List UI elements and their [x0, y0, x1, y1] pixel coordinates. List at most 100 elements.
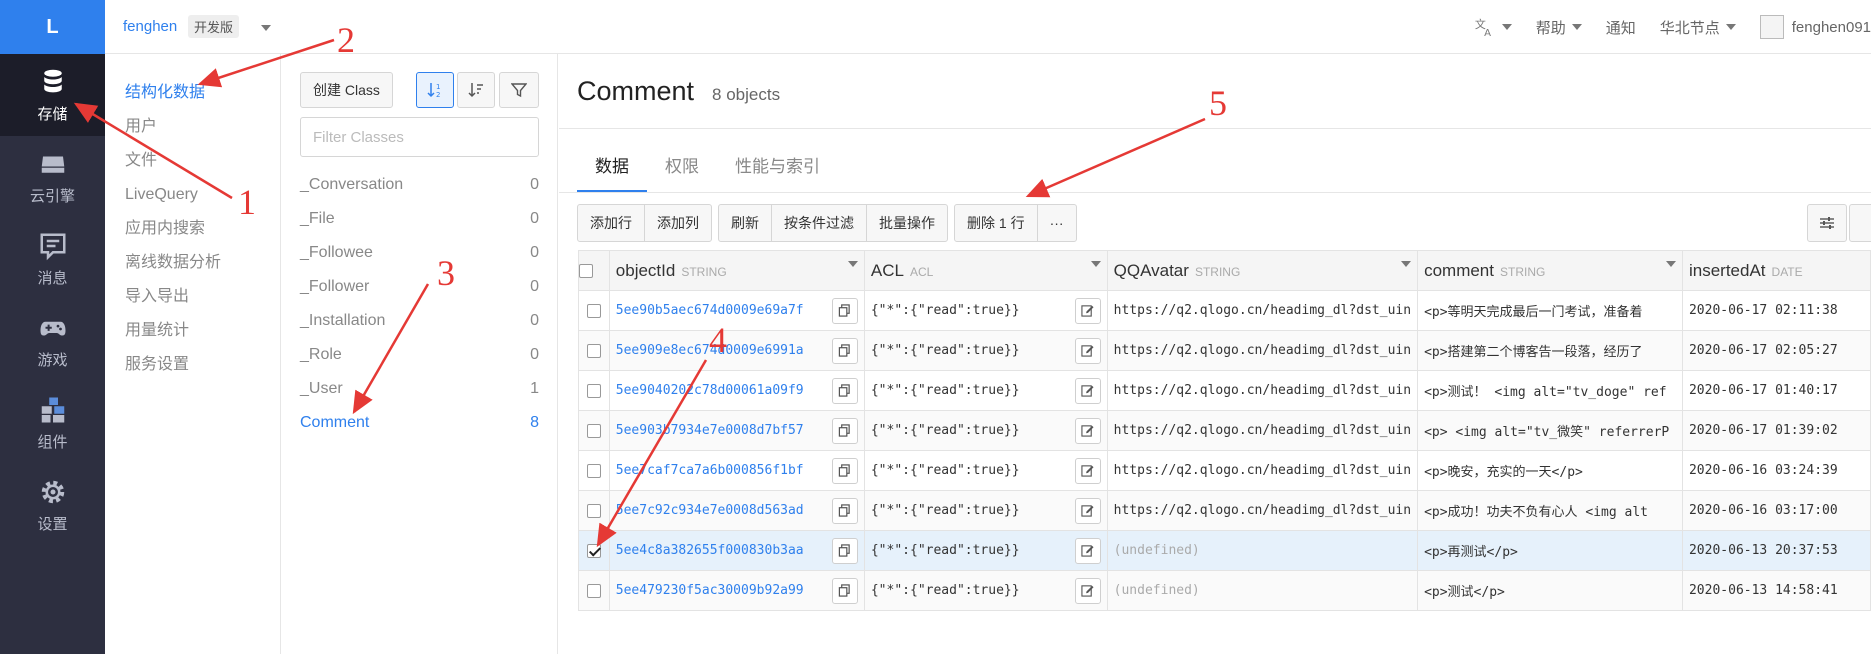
class-item-conversation[interactable]: _Conversation 0	[300, 168, 539, 202]
edit-acl-button[interactable]	[1074, 337, 1101, 364]
insertedat-cell[interactable]: 2020-06-17 01:39:02	[1681, 410, 1871, 451]
acl-cell[interactable]: {"*":{"read":true}}	[863, 450, 1108, 491]
app-logo[interactable]: L	[0, 0, 105, 54]
rail-item-components[interactable]: 组件	[0, 382, 105, 464]
copy-button[interactable]	[831, 337, 858, 364]
acl-cell[interactable]: {"*":{"read":true}}	[863, 330, 1108, 371]
extra-tool-button[interactable]	[1849, 204, 1871, 242]
object-id[interactable]: 5ee7c92c934e7e0008d563ad	[616, 503, 804, 518]
rail-item-settings[interactable]: 设置	[0, 464, 105, 546]
table-row[interactable]: 5ee479230f5ac30009b92a99 {"*":{"read":tru…	[578, 570, 1871, 611]
edit-acl-button[interactable]	[1074, 377, 1101, 404]
copy-button[interactable]	[831, 577, 858, 604]
subnav-item-files[interactable]: 文件	[105, 144, 280, 178]
acl-cell[interactable]: {"*":{"read":true}}	[863, 410, 1108, 451]
class-item-user[interactable]: _User 1	[300, 372, 539, 406]
add-column-button[interactable]: 添加列	[644, 204, 712, 242]
batch-operation-button[interactable]: 批量操作	[866, 204, 948, 242]
edit-acl-button[interactable]	[1074, 497, 1101, 524]
filter-classes-input[interactable]	[300, 117, 539, 157]
copy-button[interactable]	[831, 417, 858, 444]
subnav-item-structured-data[interactable]: 结构化数据	[105, 76, 280, 110]
objectid-cell[interactable]: 5ee7caf7ca7a6b000856f1bf	[608, 450, 865, 491]
comment-cell[interactable]: <p>晚安，充实的一天</p>	[1417, 450, 1683, 491]
objectid-cell[interactable]: 5ee7c92c934e7e0008d563ad	[608, 490, 865, 531]
insertedat-cell[interactable]: 2020-06-17 01:40:17	[1681, 370, 1871, 411]
refresh-button[interactable]: 刷新	[718, 204, 772, 242]
insertedat-cell[interactable]: 2020-06-17 02:05:27	[1681, 330, 1871, 371]
create-class-button[interactable]: 创建 Class	[300, 72, 393, 108]
table-row[interactable]: 5ee7c92c934e7e0008d563ad {"*":{"read":tru…	[578, 490, 1871, 531]
app-switch-caret-icon[interactable]	[261, 25, 271, 31]
user-menu[interactable]: fenghen091	[1759, 15, 1871, 39]
qqavatar-cell[interactable]: https://q2.qlogo.cn/headimg_dl?dst_uin	[1106, 330, 1419, 371]
insertedat-cell[interactable]: 2020-06-17 02:11:38	[1681, 290, 1871, 331]
comment-cell[interactable]: <p>再测试</p>	[1417, 530, 1683, 571]
rail-item-cloud-engine[interactable]: 云引擎	[0, 136, 105, 218]
edit-acl-button[interactable]	[1074, 297, 1101, 324]
row-checkbox[interactable]	[586, 423, 601, 438]
column-header-objectid[interactable]: objectId STRING	[608, 250, 865, 291]
help-menu[interactable]: 帮助	[1536, 17, 1582, 38]
acl-cell[interactable]: {"*":{"read":true}}	[863, 370, 1108, 411]
subnav-item-service-settings[interactable]: 服务设置	[105, 348, 280, 382]
add-row-button[interactable]: 添加行	[577, 204, 645, 242]
object-id[interactable]: 5ee909e8ec674d0009e6991a	[616, 343, 804, 358]
qqavatar-cell[interactable]: https://q2.qlogo.cn/headimg_dl?dst_uin	[1106, 410, 1419, 451]
column-header-insertedat[interactable]: insertedAt DATE	[1681, 250, 1871, 291]
object-id[interactable]: 5ee9040202c78d00061a09f9	[616, 383, 804, 398]
edit-acl-button[interactable]	[1074, 537, 1101, 564]
class-item-follower[interactable]: _Follower 0	[300, 270, 539, 304]
insertedat-cell[interactable]: 2020-06-16 03:17:00	[1681, 490, 1871, 531]
notification-link[interactable]: 通知	[1606, 17, 1636, 38]
tab-performance-index[interactable]: 性能与索引	[717, 142, 838, 192]
copy-button[interactable]	[831, 377, 858, 404]
edit-acl-button[interactable]	[1074, 457, 1101, 484]
language-switch[interactable]: 文A	[1474, 16, 1512, 38]
chevron-down-icon[interactable]	[1090, 260, 1101, 267]
subnav-item-offline-analysis[interactable]: 离线数据分析	[105, 246, 280, 280]
objectid-cell[interactable]: 5ee903b7934e7e0008d7bf57	[608, 410, 865, 451]
chevron-down-icon[interactable]	[1401, 260, 1412, 267]
class-item-followee[interactable]: _Followee 0	[300, 236, 539, 270]
acl-cell[interactable]: {"*":{"read":true}}	[863, 490, 1108, 531]
subnav-item-users[interactable]: 用户	[105, 110, 280, 144]
object-id[interactable]: 5ee90b5aec674d0009e69a7f	[616, 303, 804, 318]
object-id[interactable]: 5ee903b7934e7e0008d7bf57	[616, 423, 804, 438]
table-row[interactable]: 5ee4c8a382655f000830b3aa {"*":{"read":tru…	[578, 530, 1871, 571]
qqavatar-cell[interactable]: https://q2.qlogo.cn/headimg_dl?dst_uin	[1106, 290, 1419, 331]
comment-cell[interactable]: <p>测试</p>	[1417, 570, 1683, 611]
class-item-file[interactable]: _File 0	[300, 202, 539, 236]
class-item-installation[interactable]: _Installation 0	[300, 304, 539, 338]
table-row[interactable]: 5ee90b5aec674d0009e69a7f {"*":{"read":tru…	[578, 290, 1871, 331]
objectid-cell[interactable]: 5ee479230f5ac30009b92a99	[608, 570, 865, 611]
table-row[interactable]: 5ee909e8ec674d0009e6991a {"*":{"read":tru…	[578, 330, 1871, 371]
object-id[interactable]: 5ee479230f5ac30009b92a99	[616, 583, 804, 598]
chevron-down-icon[interactable]	[847, 260, 858, 267]
copy-button[interactable]	[831, 457, 858, 484]
table-row[interactable]: 5ee9040202c78d00061a09f9 {"*":{"read":tru…	[578, 370, 1871, 411]
comment-cell[interactable]: <p>测试！ <img alt="tv_doge" ref	[1417, 370, 1683, 411]
row-checkbox[interactable]	[586, 343, 601, 358]
object-id[interactable]: 5ee7caf7ca7a6b000856f1bf	[616, 463, 804, 478]
objectid-cell[interactable]: 5ee9040202c78d00061a09f9	[608, 370, 865, 411]
comment-cell[interactable]: <p>等明天完成最后一门考试，准备着	[1417, 290, 1683, 331]
tab-data[interactable]: 数据	[577, 142, 647, 192]
row-checkbox[interactable]	[586, 303, 601, 318]
objectid-cell[interactable]: 5ee909e8ec674d0009e6991a	[608, 330, 865, 371]
subnav-item-usage-stats[interactable]: 用量统计	[105, 314, 280, 348]
column-header-acl[interactable]: ACL ACL	[863, 250, 1108, 291]
app-name-link[interactable]: fenghen	[123, 18, 177, 35]
delete-rows-button[interactable]: 删除 1 行	[954, 204, 1038, 242]
object-id[interactable]: 5ee4c8a382655f000830b3aa	[616, 543, 804, 558]
acl-cell[interactable]: {"*":{"read":true}}	[863, 570, 1108, 611]
row-checkbox[interactable]	[586, 463, 601, 478]
table-row[interactable]: 5ee903b7934e7e0008d7bf57 {"*":{"read":tru…	[578, 410, 1871, 451]
class-filter-button[interactable]	[499, 72, 539, 108]
row-checkbox[interactable]	[586, 503, 601, 518]
comment-cell[interactable]: <p> <img alt="tv_微笑" referrerP	[1417, 410, 1683, 451]
row-checkbox[interactable]	[586, 543, 601, 558]
rail-item-game[interactable]: 游戏	[0, 300, 105, 382]
subnav-item-in-app-search[interactable]: 应用内搜索	[105, 212, 280, 246]
qqavatar-cell[interactable]: https://q2.qlogo.cn/headimg_dl?dst_uin	[1106, 450, 1419, 491]
